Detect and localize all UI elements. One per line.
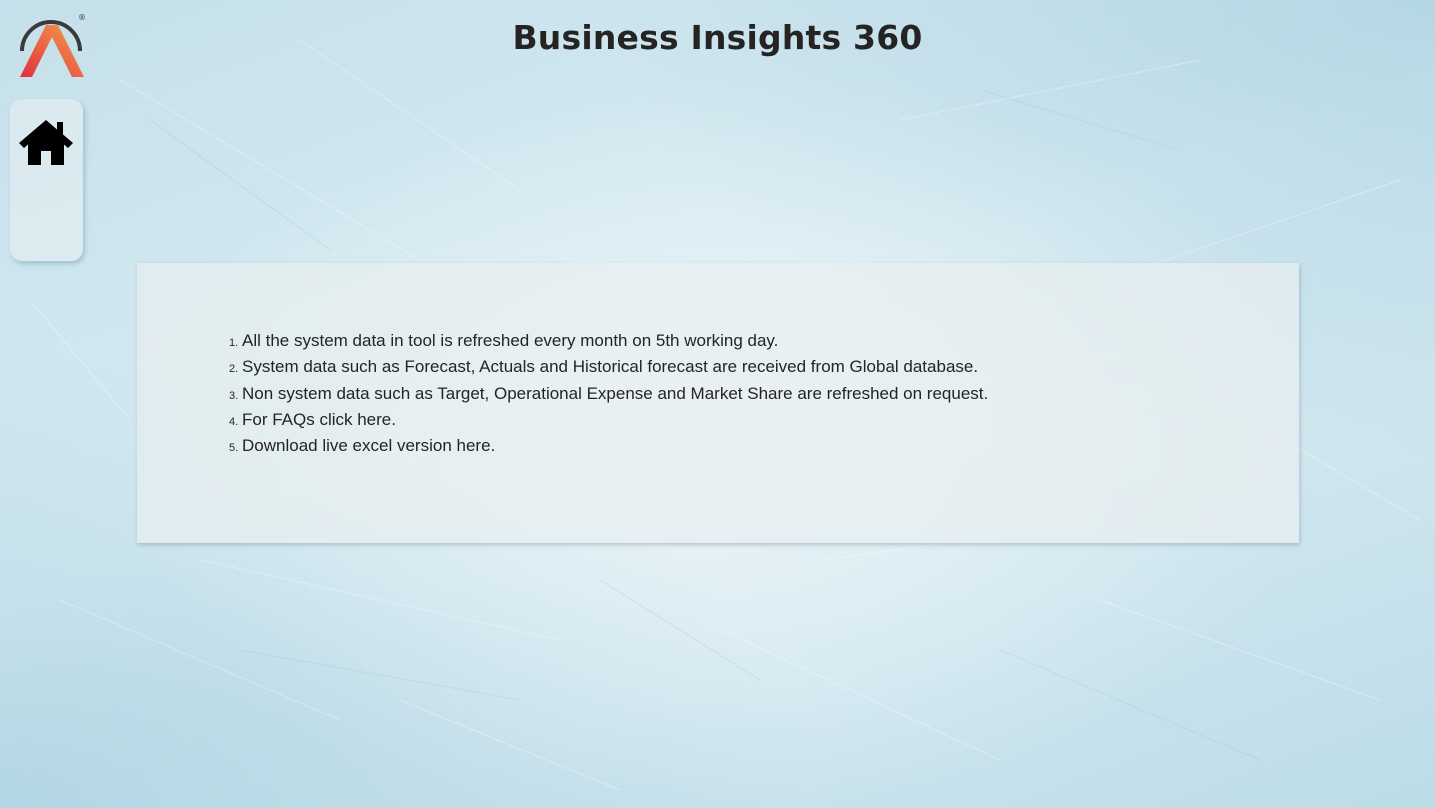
item-number: 3. <box>229 389 239 402</box>
info-card: 1. All the system data in tool is refresh… <box>137 263 1299 543</box>
item-number: 4. <box>229 415 239 428</box>
download-link-item[interactable]: 5. Download live excel version here. <box>229 434 988 460</box>
list-item: 2. System data such as Forecast, Actuals … <box>229 355 988 381</box>
item-number: 5. <box>229 442 239 455</box>
item-text: Non system data such as Target, Operatio… <box>242 383 989 403</box>
list-item: 3. Non system data such as Target, Operat… <box>229 382 988 408</box>
info-list: 1. All the system data in tool is refresh… <box>229 329 988 460</box>
faq-link-item[interactable]: 4. For FAQs click here. <box>229 408 988 434</box>
home-icon <box>19 120 73 165</box>
item-number: 1. <box>229 337 239 349</box>
download-link-text[interactable]: Download live excel version here. <box>242 436 495 455</box>
item-text: All the system data in tool is refreshed… <box>242 331 779 350</box>
page-title: Business Insights 360 <box>512 18 923 57</box>
faq-link-text[interactable]: For FAQs click here. <box>242 410 396 429</box>
home-button[interactable] <box>16 117 76 167</box>
item-text: System data such as Forecast, Actuals an… <box>242 357 979 377</box>
list-item: 1. All the system data in tool is refresh… <box>229 329 988 355</box>
item-number: 2. <box>229 363 239 376</box>
side-nav-panel <box>10 99 83 261</box>
